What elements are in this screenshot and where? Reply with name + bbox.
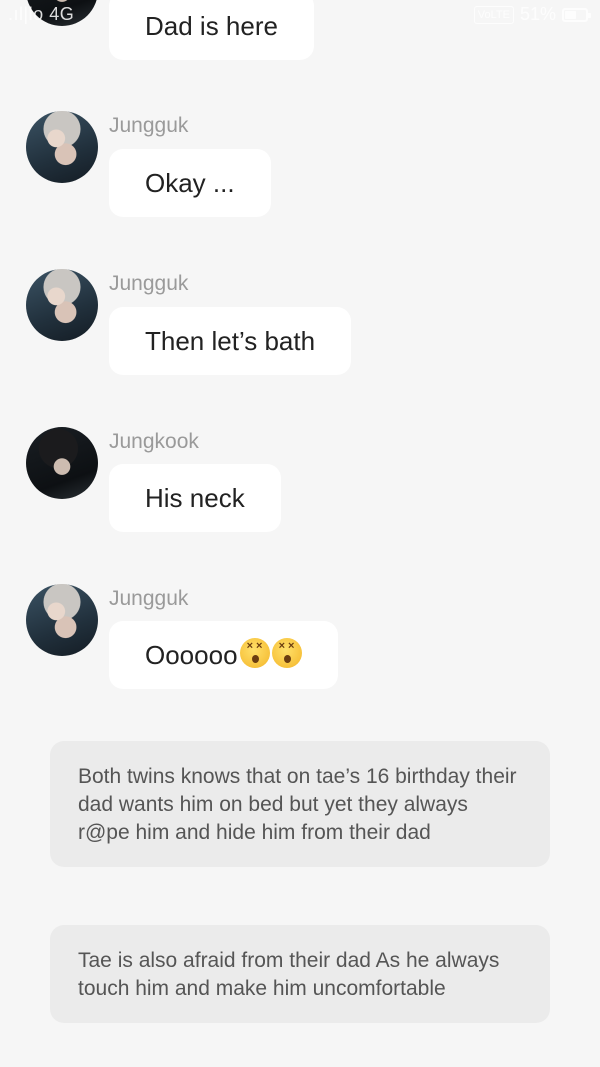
avatar[interactable] xyxy=(26,269,98,341)
volte-badge: VoLTE xyxy=(473,5,514,24)
message-bubble[interactable]: Okay ... xyxy=(109,149,271,217)
avatar[interactable] xyxy=(26,427,98,499)
dizzy-face-emoji-icon xyxy=(239,638,270,668)
narration-box: Tae is also afraid from their dad As he … xyxy=(50,925,550,1023)
status-right-group: VoLTE 51% xyxy=(473,4,591,25)
signal-carrier-text: .ıl|lo 4G xyxy=(8,4,75,24)
message-bubble[interactable]: His neck xyxy=(109,464,281,532)
message-text: Oooooo xyxy=(145,640,238,670)
sender-name: Jungguk xyxy=(109,272,189,295)
sender-name: Jungguk xyxy=(109,587,189,610)
sender-name: Jungguk xyxy=(109,114,189,137)
avatar[interactable] xyxy=(26,584,98,656)
battery-percent: 51% xyxy=(519,4,556,24)
dizzy-face-emoji-icon xyxy=(271,638,302,668)
message-bubble[interactable]: Then let’s bath xyxy=(109,307,352,375)
sender-name: Jungkook xyxy=(109,430,199,453)
status-bar: .ıl|lo 4G VoLTE 51% xyxy=(0,0,600,30)
avatar[interactable] xyxy=(26,111,98,183)
battery-fill xyxy=(565,10,577,19)
message-bubble[interactable]: Oooooo xyxy=(109,621,338,689)
narration-box: Both twins knows that on tae’s 16 birthd… xyxy=(50,741,550,867)
battery-icon xyxy=(562,7,591,22)
